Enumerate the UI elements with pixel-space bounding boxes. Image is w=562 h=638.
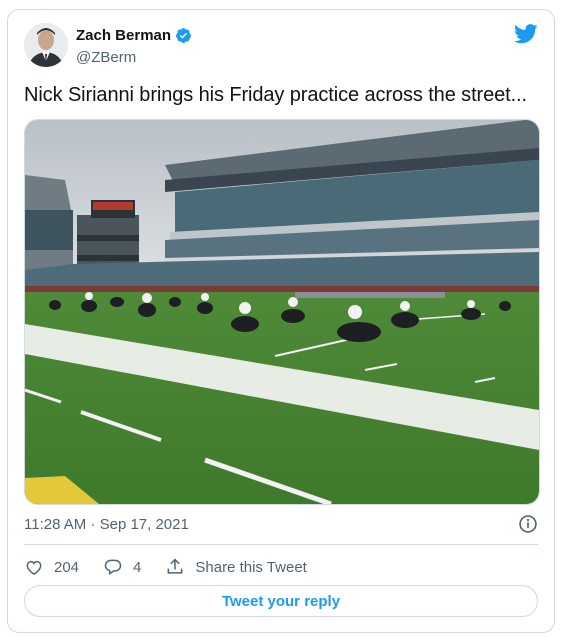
author-handle[interactable]: @ZBerm — [76, 49, 136, 66]
tweet-your-reply-button[interactable]: Tweet your reply — [24, 585, 538, 617]
author-name[interactable]: Zach Berman — [76, 27, 171, 44]
info-icon[interactable] — [518, 514, 538, 534]
heart-icon[interactable] — [24, 557, 44, 577]
share-action[interactable]: Share this Tweet — [165, 557, 307, 577]
reply-bubble-icon[interactable] — [103, 557, 123, 577]
like-count: 204 — [54, 558, 80, 576]
tweet-card: Zach Berman @ZBerm Nick Sirianni brings … — [7, 9, 555, 633]
tweet-photo[interactable] — [24, 119, 540, 505]
stadium-practice-image — [25, 120, 539, 504]
action-bar: 204 4 Share this Tweet — [24, 555, 331, 579]
share-icon[interactable] — [165, 557, 185, 577]
twitter-bird-icon[interactable] — [514, 24, 538, 44]
reply-count: 4 — [133, 558, 142, 576]
tweet-timestamp[interactable]: 11:28 AM · Sep 17, 2021 — [24, 516, 189, 533]
avatar[interactable] — [24, 23, 68, 67]
author-name-row[interactable]: Zach Berman — [76, 27, 192, 44]
tweet-text: Nick Sirianni brings his Friday practice… — [24, 84, 527, 106]
share-label[interactable]: Share this Tweet — [195, 559, 306, 576]
reply-action[interactable]: 4 — [103, 557, 141, 577]
verified-badge-icon — [176, 28, 191, 43]
like-action[interactable]: 204 — [24, 557, 79, 577]
divider — [24, 544, 538, 545]
